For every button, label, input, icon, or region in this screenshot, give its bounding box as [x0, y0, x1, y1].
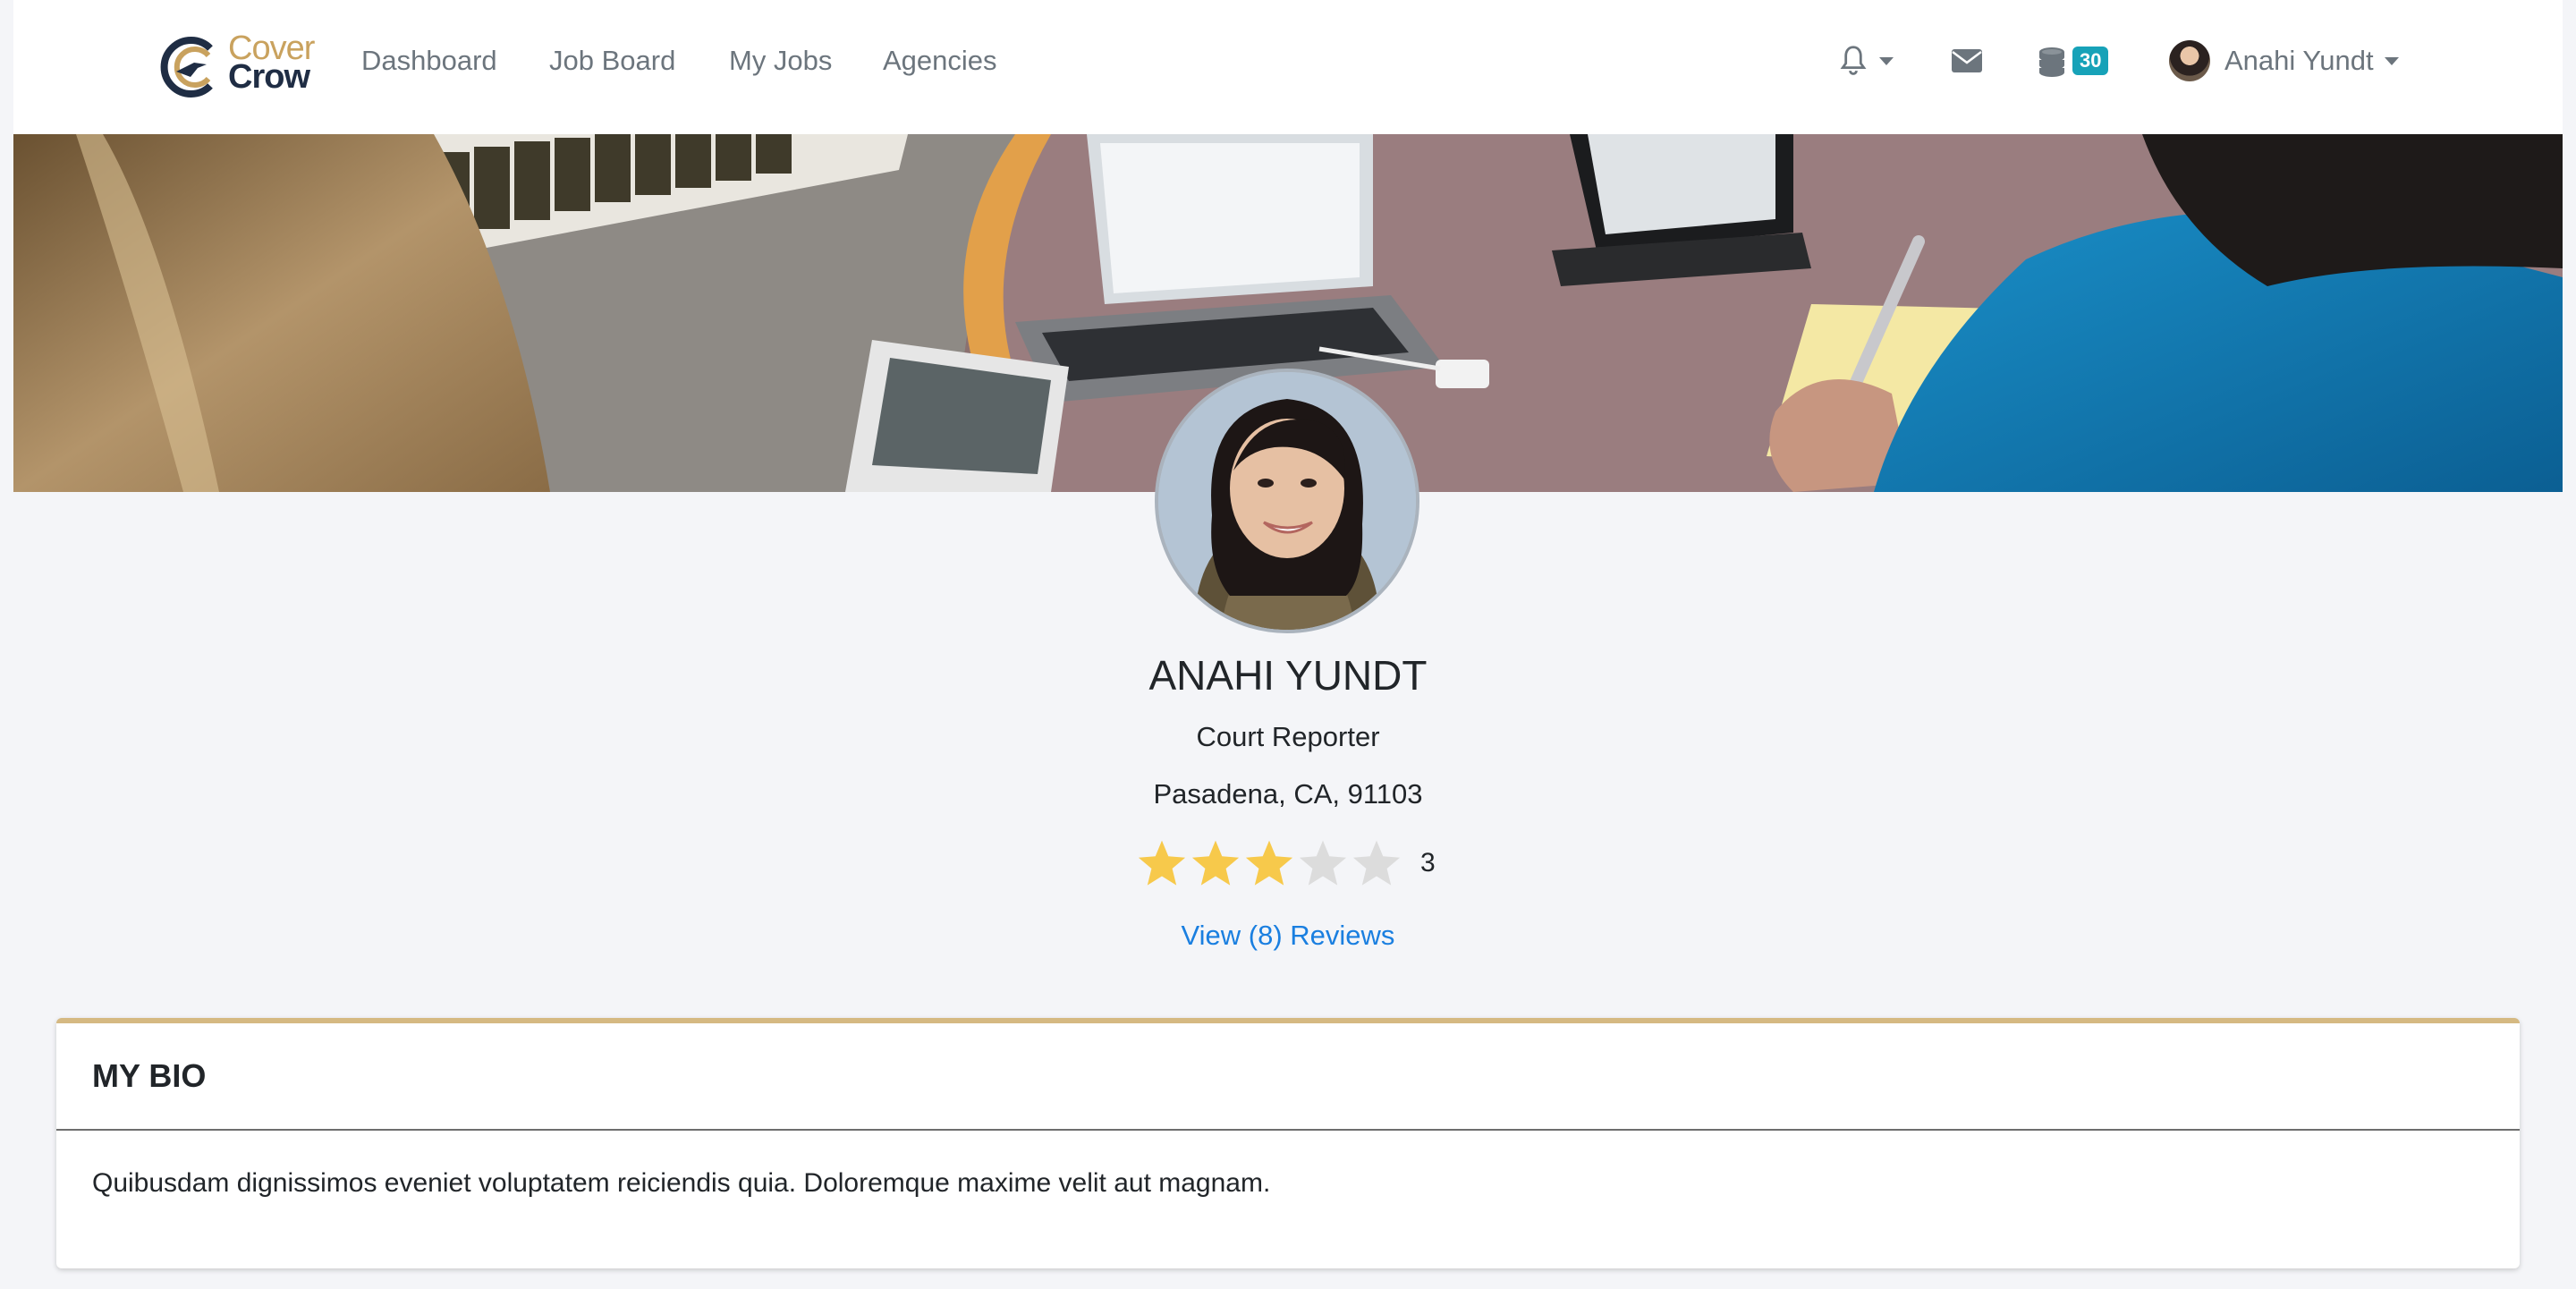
credits-button[interactable]: 30 — [2037, 39, 2109, 82]
messages-button[interactable] — [1951, 39, 1983, 82]
covercrow-logo[interactable]: Cover Crow — [155, 31, 334, 102]
bell-icon — [1840, 46, 1867, 75]
envelope-icon — [1952, 49, 1982, 72]
crow-logo-icon — [160, 37, 213, 98]
nav-agencies[interactable]: Agencies — [883, 45, 997, 77]
coins-icon — [2039, 47, 2064, 77]
bio-card: MY BIO Quibusdam dignissimos eveniet vol… — [56, 1018, 2520, 1268]
top-navbar: Cover Crow Dashboard Job Board My Jobs A… — [13, 0, 2563, 134]
star-icon — [1191, 840, 1240, 886]
chevron-down-icon — [1879, 56, 1894, 65]
profile-name: ANAHI YUNDT — [1148, 652, 1428, 699]
view-reviews-link[interactable]: View (8) Reviews — [0, 920, 2576, 952]
profile-location: Pasadena, CA, 91103 — [1153, 778, 1423, 810]
rating-value: 3 — [1420, 848, 1436, 878]
star-icon — [1245, 840, 1293, 886]
user-name: Anahi Yundt — [2224, 45, 2374, 76]
credits-badge: 30 — [2072, 47, 2109, 75]
star-icon — [1352, 840, 1401, 886]
avatar — [2169, 40, 2210, 81]
notifications-dropdown[interactable] — [1838, 39, 1894, 82]
star-icon — [1138, 840, 1186, 886]
profile-photo — [1158, 372, 1416, 630]
chevron-down-icon — [2384, 56, 2399, 65]
bio-text: Quibusdam dignissimos eveniet voluptatem… — [92, 1168, 1271, 1198]
profile-job-title: Court Reporter — [1196, 721, 1380, 752]
nav-my-jobs[interactable]: My Jobs — [729, 45, 832, 77]
profile-avatar — [1155, 369, 1419, 633]
logo-wordmark: Cover Crow — [228, 31, 315, 96]
user-menu-dropdown[interactable]: Anahi Yundt — [2169, 39, 2399, 82]
nav-job-board[interactable]: Job Board — [549, 45, 675, 77]
star-rating: 3 — [1136, 832, 1436, 895]
bio-heading: MY BIO — [92, 1057, 207, 1094]
logo-word-crow: Crow — [228, 58, 310, 96]
nav-dashboard[interactable]: Dashboard — [361, 45, 497, 77]
star-icon — [1299, 840, 1347, 886]
star-list — [1136, 837, 1404, 889]
bio-card-header: MY BIO — [56, 1023, 2520, 1131]
